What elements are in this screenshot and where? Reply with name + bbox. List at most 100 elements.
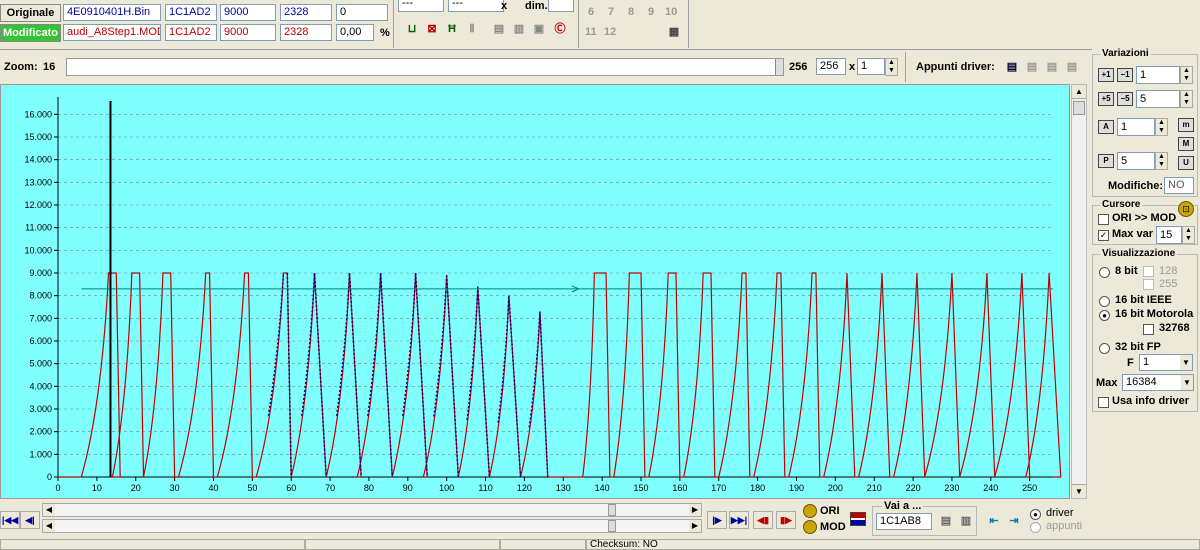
orig-val2-field[interactable]: 2328	[280, 4, 332, 21]
usa-info-driver-checkbox[interactable]	[1098, 397, 1109, 408]
f-select-chevron-icon[interactable]: ▼	[1180, 355, 1192, 370]
radio-16bit-motorola[interactable]: ●	[1099, 310, 1110, 321]
radio-8bit[interactable]	[1099, 267, 1110, 278]
variazione-step1-spinner[interactable]: ▲ ▼	[1180, 66, 1193, 84]
orig-val3-field[interactable]: 0	[336, 4, 388, 21]
page-10-button[interactable]: 10	[665, 6, 677, 18]
next-page-icon[interactable]: |▶	[707, 511, 727, 529]
checksum-icon[interactable]: Ⓒ	[551, 20, 569, 38]
maxvar-field[interactable]: 15	[1156, 226, 1182, 244]
percent-step-icon[interactable]: P	[1098, 154, 1114, 168]
variazione-add-field[interactable]: 1	[1117, 118, 1155, 136]
page-8-button[interactable]: 8	[628, 6, 634, 18]
hscroll2-right-arrow[interactable]: ▶	[689, 520, 701, 532]
mod-checksum-field[interactable]: 1C1AD2	[165, 24, 217, 41]
variazione-step2-field[interactable]: 5	[1136, 90, 1180, 108]
merge-icon[interactable]: ▣	[530, 20, 548, 38]
orig-filename-field[interactable]: 4E0910401H.Bin	[63, 4, 161, 21]
page-6-button[interactable]: 6	[588, 6, 594, 18]
copy-h-icon[interactable]: Ħ	[443, 20, 461, 38]
variazione-step1-field[interactable]: 1	[1136, 66, 1180, 84]
compare-icon[interactable]	[850, 512, 866, 526]
page-9-button[interactable]: 9	[648, 6, 654, 18]
hex-from-field[interactable]: ---	[398, 0, 444, 12]
import-icon[interactable]: ▤	[490, 20, 508, 38]
scroll-up-arrow[interactable]: ▲	[1072, 85, 1086, 99]
orig-val1-field[interactable]: 9000	[220, 4, 276, 21]
add-icon[interactable]: A	[1098, 120, 1114, 134]
zoom-value-field[interactable]: 256	[816, 58, 846, 75]
scroll-thumb[interactable]	[1073, 101, 1085, 115]
m-upper-icon[interactable]: M	[1178, 137, 1194, 151]
horizontal-scrollbar-top[interactable]: ◀ ▶	[42, 503, 702, 517]
variazione-percent-field[interactable]: 5	[1117, 152, 1155, 170]
ori-mod-checkbox[interactable]	[1098, 214, 1109, 225]
mod-val1-field[interactable]: 9000	[220, 24, 276, 41]
orig-checksum-field[interactable]: 1C1AD2	[165, 4, 217, 21]
mod-toggle-icon[interactable]	[803, 520, 817, 534]
hscroll-left-arrow[interactable]: ◀	[43, 504, 55, 516]
zoom-multiplier-field[interactable]: 1	[857, 58, 885, 75]
variazione-percent-spinner[interactable]: ▲ ▼	[1155, 152, 1168, 170]
maxvar-checkbox[interactable]: ✓	[1098, 230, 1109, 241]
scroll-down-arrow[interactable]: ▼	[1072, 484, 1086, 498]
lock-icon[interactable]: ⊡	[1178, 201, 1194, 217]
goto-mod-icon[interactable]: ▥	[957, 512, 975, 530]
prev-page-icon[interactable]: ◀|	[20, 511, 40, 529]
originale-label[interactable]: Originale	[0, 4, 61, 22]
radio-appunti[interactable]	[1030, 522, 1041, 533]
zoom-multiplier-spinner[interactable]: ▲ ▼	[885, 58, 898, 76]
radio-32bit-fp[interactable]	[1099, 343, 1110, 354]
hscroll-thumb[interactable]	[608, 504, 616, 516]
zoom-slider[interactable]	[66, 58, 784, 76]
maxvar-spinner[interactable]: ▲ ▼	[1182, 226, 1195, 244]
driver-clipboard-icon[interactable]: ▤	[1003, 58, 1021, 76]
chart-vertical-scrollbar[interactable]: ▲ ▼	[1071, 84, 1087, 499]
driver-copy-icon[interactable]: ▤	[1023, 58, 1041, 76]
mod-button[interactable]: MOD	[820, 521, 846, 533]
hscroll2-left-arrow[interactable]: ◀	[43, 520, 55, 532]
undo-icon[interactable]: U	[1178, 156, 1194, 170]
vai-address-field[interactable]: 1C1AB8	[876, 513, 932, 530]
mod-val2-field[interactable]: 2328	[280, 24, 332, 41]
opt-32768-checkbox[interactable]	[1143, 324, 1154, 335]
ori-toggle-icon[interactable]	[803, 504, 817, 518]
table-icon[interactable]: Ⅱ	[463, 20, 481, 38]
dim-field[interactable]	[548, 0, 574, 12]
hex-to-field[interactable]: ---	[448, 0, 504, 12]
driver-delete-icon[interactable]: ▤	[1063, 58, 1081, 76]
opt-255-checkbox[interactable]	[1143, 279, 1154, 290]
chart-svg[interactable]: 0 1.000 2.000 3.000 4.000 5.000 6.000 7.000 8.00…	[1, 85, 1069, 498]
driver-paste-icon[interactable]: ▤	[1043, 58, 1061, 76]
page-7-button[interactable]: 7	[608, 6, 614, 18]
copy-up-icon[interactable]: ⊔	[403, 20, 421, 38]
decrease-5-icon[interactable]: −5	[1117, 92, 1133, 106]
goto-icon[interactable]: ▤	[937, 512, 955, 530]
modificato-label[interactable]: Modificato	[0, 24, 61, 42]
export-icon[interactable]: ▥	[510, 20, 528, 38]
increase-5-icon[interactable]: +5	[1098, 92, 1114, 106]
copy-cross-icon[interactable]: ⊠	[423, 20, 441, 38]
radio-16bit-ieee[interactable]	[1099, 296, 1110, 307]
opt-128-checkbox[interactable]	[1143, 266, 1154, 277]
increase-1-icon[interactable]: +1	[1098, 68, 1114, 82]
next-diff-icon[interactable]: ▮▶	[776, 511, 796, 529]
hscroll-right-arrow[interactable]: ▶	[689, 504, 701, 516]
page-11-button[interactable]: 11	[585, 26, 597, 38]
max-select-chevron-icon[interactable]: ▼	[1181, 375, 1193, 390]
ori-button[interactable]: ORI	[820, 505, 840, 517]
zoom-slider-thumb[interactable]	[775, 59, 783, 75]
mod-val3-field[interactable]: 0,00	[336, 24, 374, 41]
decrease-1-icon[interactable]: −1	[1117, 68, 1133, 82]
first-page-icon[interactable]: |◀◀	[0, 511, 20, 529]
last-page-icon[interactable]: ▶▶|	[729, 511, 749, 529]
mod-filename-field[interactable]: audi_A8Step1.MOD	[63, 24, 161, 41]
chart-area[interactable]: 0 1.000 2.000 3.000 4.000 5.000 6.000 7.000 8.00…	[0, 84, 1070, 499]
radio-driver[interactable]: ●	[1030, 509, 1041, 520]
m-lower-icon[interactable]: m	[1178, 118, 1194, 132]
hscroll2-thumb[interactable]	[608, 520, 616, 532]
variazione-add-spinner[interactable]: ▲ ▼	[1155, 118, 1168, 136]
prev-diff-icon[interactable]: ◀▮	[753, 511, 773, 529]
move-left-icon[interactable]: ⇤	[985, 512, 1003, 530]
variazione-step2-spinner[interactable]: ▲ ▼	[1180, 90, 1193, 108]
